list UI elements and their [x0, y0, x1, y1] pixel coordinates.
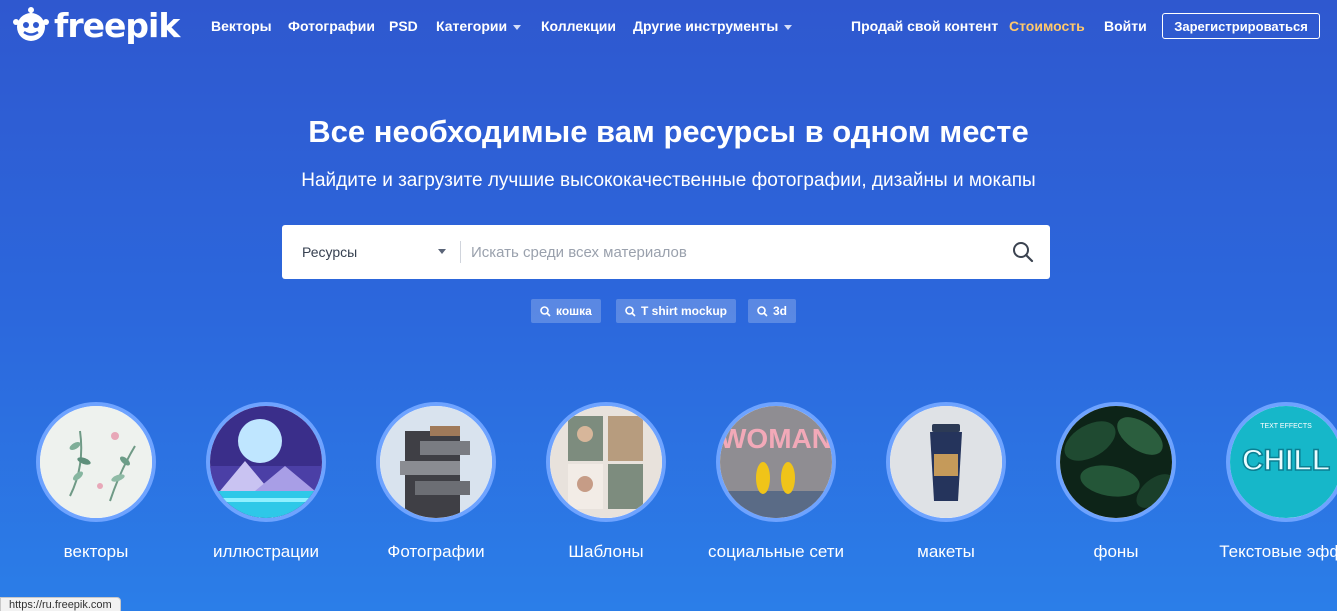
tag-label: кошка	[556, 304, 592, 318]
search-input[interactable]: Искать среди всех материалов	[461, 225, 996, 279]
category-thumbnail	[1056, 402, 1176, 522]
freepik-logo[interactable]: freepik	[12, 5, 180, 45]
chevron-down-icon	[784, 24, 793, 30]
category-thumbnail	[36, 402, 156, 522]
search-icon	[1013, 242, 1034, 263]
category-photos[interactable]: Фотографии	[376, 402, 496, 561]
category-social-media[interactable]: WOMAN социальные сети	[708, 402, 844, 561]
nav-categories-label: Категории	[436, 18, 508, 34]
search-icon	[625, 305, 636, 317]
category-text-effects[interactable]: TEXT EFFECTS CHILL Текстовые эффе	[1219, 402, 1337, 561]
nav-sell-content[interactable]: Продай свой контент	[851, 18, 998, 34]
chevron-down-icon	[513, 24, 522, 30]
hero-title: Все необходимые вам ресурсы в одном мест…	[308, 114, 1029, 149]
search-bar: Ресурсы Искать среди всех материалов	[282, 225, 1050, 279]
nav-other-tools-label: Другие инструменты	[633, 18, 779, 34]
category-illustrations[interactable]: иллюстрации	[206, 402, 326, 561]
nav-vectors[interactable]: Векторы	[211, 18, 272, 34]
login-link[interactable]: Войти	[1104, 18, 1147, 34]
category-thumbnail	[376, 402, 496, 522]
category-thumbnail: WOMAN	[716, 402, 836, 522]
logo-text: freepik	[54, 5, 180, 45]
resource-type-value: Ресурсы	[302, 244, 358, 260]
nav-pricing[interactable]: Стоимость	[1009, 18, 1085, 34]
category-vectors[interactable]: векторы	[36, 402, 156, 561]
category-thumbnail	[206, 402, 326, 522]
tag-label: T shirt mockup	[641, 304, 728, 318]
thumbnail-text: WOMAN	[720, 423, 832, 454]
category-backgrounds[interactable]: фоны	[1056, 402, 1176, 561]
nav-photos[interactable]: Фотографии	[288, 18, 375, 34]
search-icon	[757, 305, 768, 317]
search-icon	[540, 305, 551, 317]
category-templates[interactable]: Шаблоны	[546, 402, 666, 561]
browser-status-url: https://ru.freepik.com	[0, 597, 121, 611]
nav-collections[interactable]: Коллекции	[541, 18, 616, 34]
chevron-down-icon	[438, 249, 446, 254]
tag-suggestion[interactable]: кошка	[531, 299, 601, 323]
category-mockups[interactable]: макеты	[886, 402, 1006, 561]
category-thumbnail: TEXT EFFECTS CHILL	[1226, 402, 1337, 522]
search-button[interactable]	[996, 225, 1050, 279]
category-label: Текстовые эффе	[1219, 542, 1337, 561]
tag-suggestion[interactable]: 3d	[748, 299, 797, 323]
category-thumbnail	[886, 402, 1006, 522]
tag-suggestion[interactable]: T shirt mockup	[616, 299, 737, 323]
thumbnail-small-text: TEXT EFFECTS	[1260, 423, 1312, 430]
top-navigation: freepik Векторы Фотографии PSD Категории…	[0, 0, 1337, 54]
tag-label: 3d	[773, 304, 788, 318]
nav-psd[interactable]: PSD	[389, 18, 418, 34]
freepik-mascot-icon	[13, 7, 49, 41]
thumbnail-text: CHILL	[1242, 444, 1330, 477]
resource-type-select[interactable]: Ресурсы	[282, 225, 460, 279]
nav-categories[interactable]: Категории	[436, 18, 522, 34]
register-button[interactable]: Зарегистрироваться	[1162, 13, 1320, 39]
nav-other-tools[interactable]: Другие инструменты	[633, 18, 793, 34]
category-thumbnail	[546, 402, 666, 522]
hero-subtitle: Найдите и загрузите лучшие высококачеств…	[301, 170, 1036, 191]
